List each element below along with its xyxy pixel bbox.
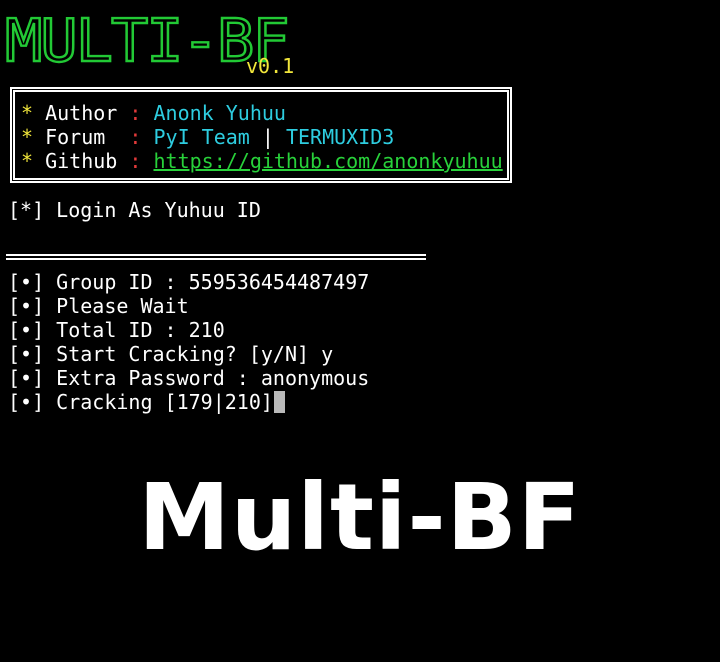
log-line-cracking-progress: [•] Cracking [179|210] xyxy=(8,390,369,414)
github-row: * Github : https://github.com/anonkyuhuu xyxy=(21,149,507,173)
separator-colon: : xyxy=(129,101,142,125)
github-label: Github xyxy=(45,149,118,173)
forum-label: Forum xyxy=(45,125,106,149)
log-output: [•] Group ID : 559536454487497 [•] Pleas… xyxy=(8,270,369,414)
log-line-total-id: [•] Total ID : 210 xyxy=(8,318,225,342)
log-line-start-cracking: [•] Start Cracking? [y/N] y xyxy=(8,342,334,366)
login-line: [*] Login As Yuhuu ID xyxy=(8,198,261,222)
version-label: v0.1 xyxy=(246,54,295,78)
author-row: * Author : Anonk Yuhuu xyxy=(21,101,507,125)
separator-colon: : xyxy=(129,125,142,149)
log-line-extra-password: [•] Extra Password : anonymous xyxy=(8,366,370,390)
forum-row: * Forum : PyI Team | TERMUXID3 xyxy=(21,125,507,149)
double-divider xyxy=(6,254,426,260)
separator-colon: : xyxy=(129,149,142,173)
author-label: Author xyxy=(45,101,118,125)
forum-group: TERMUXID3 xyxy=(285,125,395,149)
star-bullet: * xyxy=(21,125,34,149)
author-value: Anonk Yuhuu xyxy=(153,101,286,125)
star-bullet: * xyxy=(21,149,34,173)
star-bullet: * xyxy=(21,101,34,125)
terminal-cursor xyxy=(273,391,285,413)
cracking-progress-text: [•] Cracking [179|210] xyxy=(8,390,273,414)
forum-team: PyI Team xyxy=(153,125,250,149)
forum-pipe: | xyxy=(261,125,274,149)
log-line-group-id: [•] Group ID : 559536454487497 xyxy=(8,270,370,294)
log-line-please-wait: [•] Please Wait xyxy=(8,294,189,318)
info-box: * Author : Anonk Yuhuu * Forum : PyI Tea… xyxy=(10,87,512,183)
overlay-title: Multi-BF xyxy=(138,464,582,571)
github-link[interactable]: https://github.com/anonkyuhuu xyxy=(153,149,502,173)
